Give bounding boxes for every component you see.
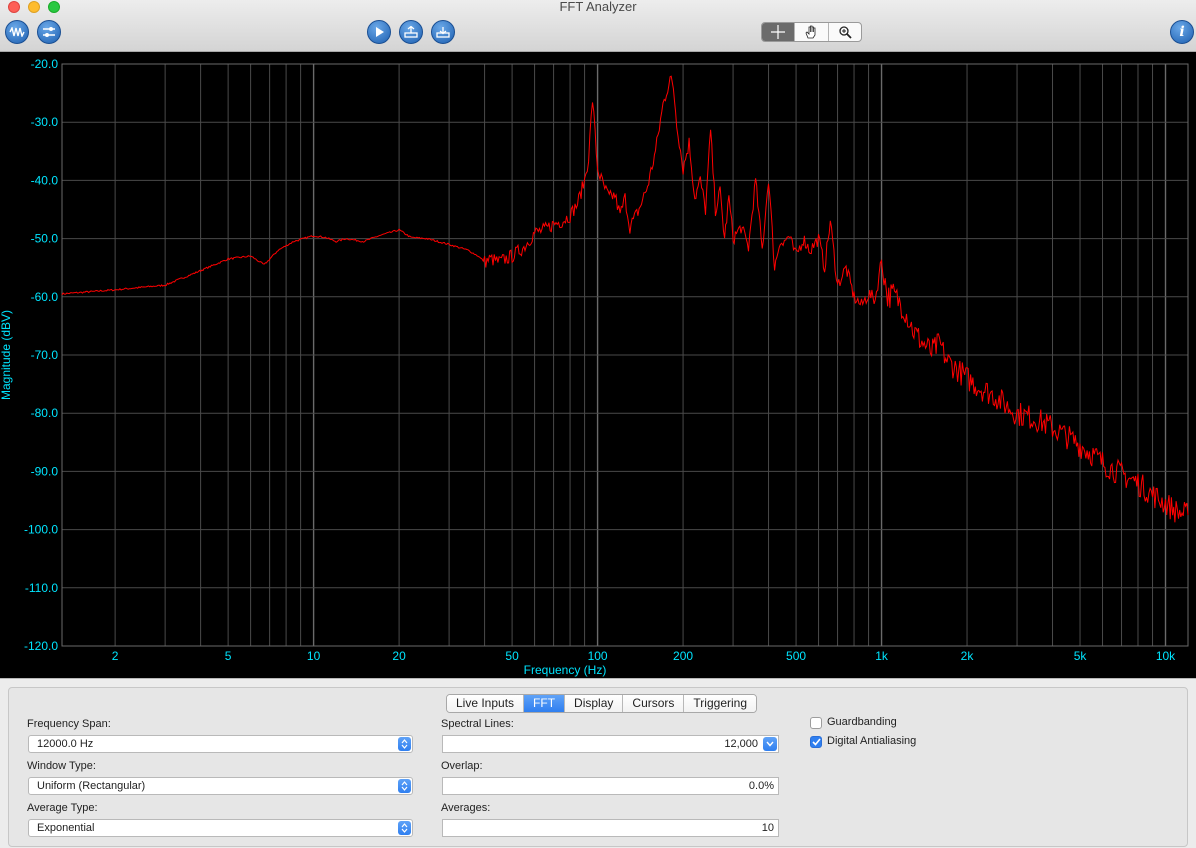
crosshair-icon[interactable] xyxy=(762,23,796,41)
guardbanding-checkbox[interactable] xyxy=(810,717,822,729)
control-panel: Live Inputs FFT Display Cursors Triggeri… xyxy=(0,678,1196,848)
y-tick-label: -120.0 xyxy=(24,639,58,653)
settings-tabs: Live Inputs FFT Display Cursors Triggeri… xyxy=(446,694,757,713)
fft-chart[interactable]: -20.0 -30.0 -40.0 -50.0 -60.0 -70.0 -80.0 -90.0… xyxy=(0,52,1196,678)
settings-icon[interactable] xyxy=(37,20,61,44)
y-tick-label: -60.0 xyxy=(31,290,59,304)
tab-display[interactable]: Display xyxy=(565,695,624,712)
spectral-lines-combo[interactable]: 12,000 xyxy=(442,735,779,753)
spectrum-trace xyxy=(61,75,1189,523)
guardbanding-label: Guardbanding xyxy=(827,716,897,728)
spectral-lines-value: 12,000 xyxy=(724,738,758,750)
updown-arrows-icon xyxy=(398,737,411,751)
zoom-icon[interactable] xyxy=(829,23,861,41)
digital-antialiasing-label: Digital Antialiasing xyxy=(827,735,917,747)
chevron-down-icon[interactable] xyxy=(763,737,777,751)
x-tick-label: 200 xyxy=(673,649,693,663)
waveform-icon[interactable] xyxy=(5,20,29,44)
updown-arrows-icon xyxy=(398,821,411,835)
frequency-span-label: Frequency Span: xyxy=(27,718,111,730)
x-tick-label: 5 xyxy=(225,649,232,663)
x-tick-label: 500 xyxy=(786,649,806,663)
tab-live-inputs[interactable]: Live Inputs xyxy=(447,695,525,712)
x-tick-label: 10 xyxy=(307,649,321,663)
digital-antialiasing-checkbox[interactable] xyxy=(810,736,822,748)
average-type-label: Average Type: xyxy=(27,802,98,814)
y-tick-label: -20.0 xyxy=(31,57,59,71)
updown-arrows-icon xyxy=(398,779,411,793)
average-type-select[interactable]: Exponential xyxy=(28,819,413,837)
window-type-select[interactable]: Uniform (Rectangular) xyxy=(28,777,413,795)
y-tick-label: -40.0 xyxy=(31,173,59,187)
x-tick-label: 10k xyxy=(1156,649,1176,663)
play-icon[interactable] xyxy=(367,20,391,44)
cursor-mode-control xyxy=(761,22,862,42)
spectral-lines-label: Spectral Lines: xyxy=(441,718,514,730)
window-type-value: Uniform (Rectangular) xyxy=(37,780,146,792)
frequency-span-select[interactable]: 12000.0 Hz xyxy=(28,735,413,753)
tab-triggering[interactable]: Triggering xyxy=(684,695,756,712)
y-axis-label: Magnitude (dBV) xyxy=(0,310,13,400)
average-type-value: Exponential xyxy=(37,822,95,834)
averages-label: Averages: xyxy=(441,802,491,814)
checkmark-icon xyxy=(811,738,821,746)
x-tick-label: 2 xyxy=(112,649,119,663)
x-tick-label: 50 xyxy=(505,649,519,663)
y-tick-label: -50.0 xyxy=(31,232,59,246)
fft-plot[interactable]: -20.0 -30.0 -40.0 -50.0 -60.0 -70.0 -80.0 -90.0… xyxy=(0,52,1196,678)
y-tick-label: -90.0 xyxy=(31,464,59,478)
overlap-label: Overlap: xyxy=(441,760,483,772)
averages-input[interactable]: 10 xyxy=(442,819,779,837)
y-tick-label: -70.0 xyxy=(31,348,59,362)
y-tick-label: -100.0 xyxy=(24,523,58,537)
window-title: FFT Analyzer xyxy=(559,0,637,14)
window-type-label: Window Type: xyxy=(27,760,96,772)
x-tick-label: 100 xyxy=(588,649,608,663)
export-icon[interactable] xyxy=(399,20,423,44)
tab-cursors[interactable]: Cursors xyxy=(623,695,685,712)
x-tick-label: 20 xyxy=(392,649,406,663)
hand-pan-icon[interactable] xyxy=(795,23,829,41)
overlap-input[interactable]: 0.0% xyxy=(442,777,779,795)
import-icon[interactable] xyxy=(431,20,455,44)
x-axis-label: Frequency (Hz) xyxy=(524,663,607,677)
info-icon[interactable]: i xyxy=(1170,20,1194,44)
tab-fft[interactable]: FFT xyxy=(524,695,566,712)
frequency-span-value: 12000.0 Hz xyxy=(37,738,94,750)
x-tick-label: 2k xyxy=(961,649,975,663)
y-tick-label: -30.0 xyxy=(31,115,59,129)
y-tick-label: -80.0 xyxy=(31,406,59,420)
title-bar: FFT Analyzer i xyxy=(0,0,1196,52)
y-tick-label: -110.0 xyxy=(25,581,58,595)
x-tick-label: 5k xyxy=(1074,649,1088,663)
x-tick-label: 1k xyxy=(875,649,889,663)
